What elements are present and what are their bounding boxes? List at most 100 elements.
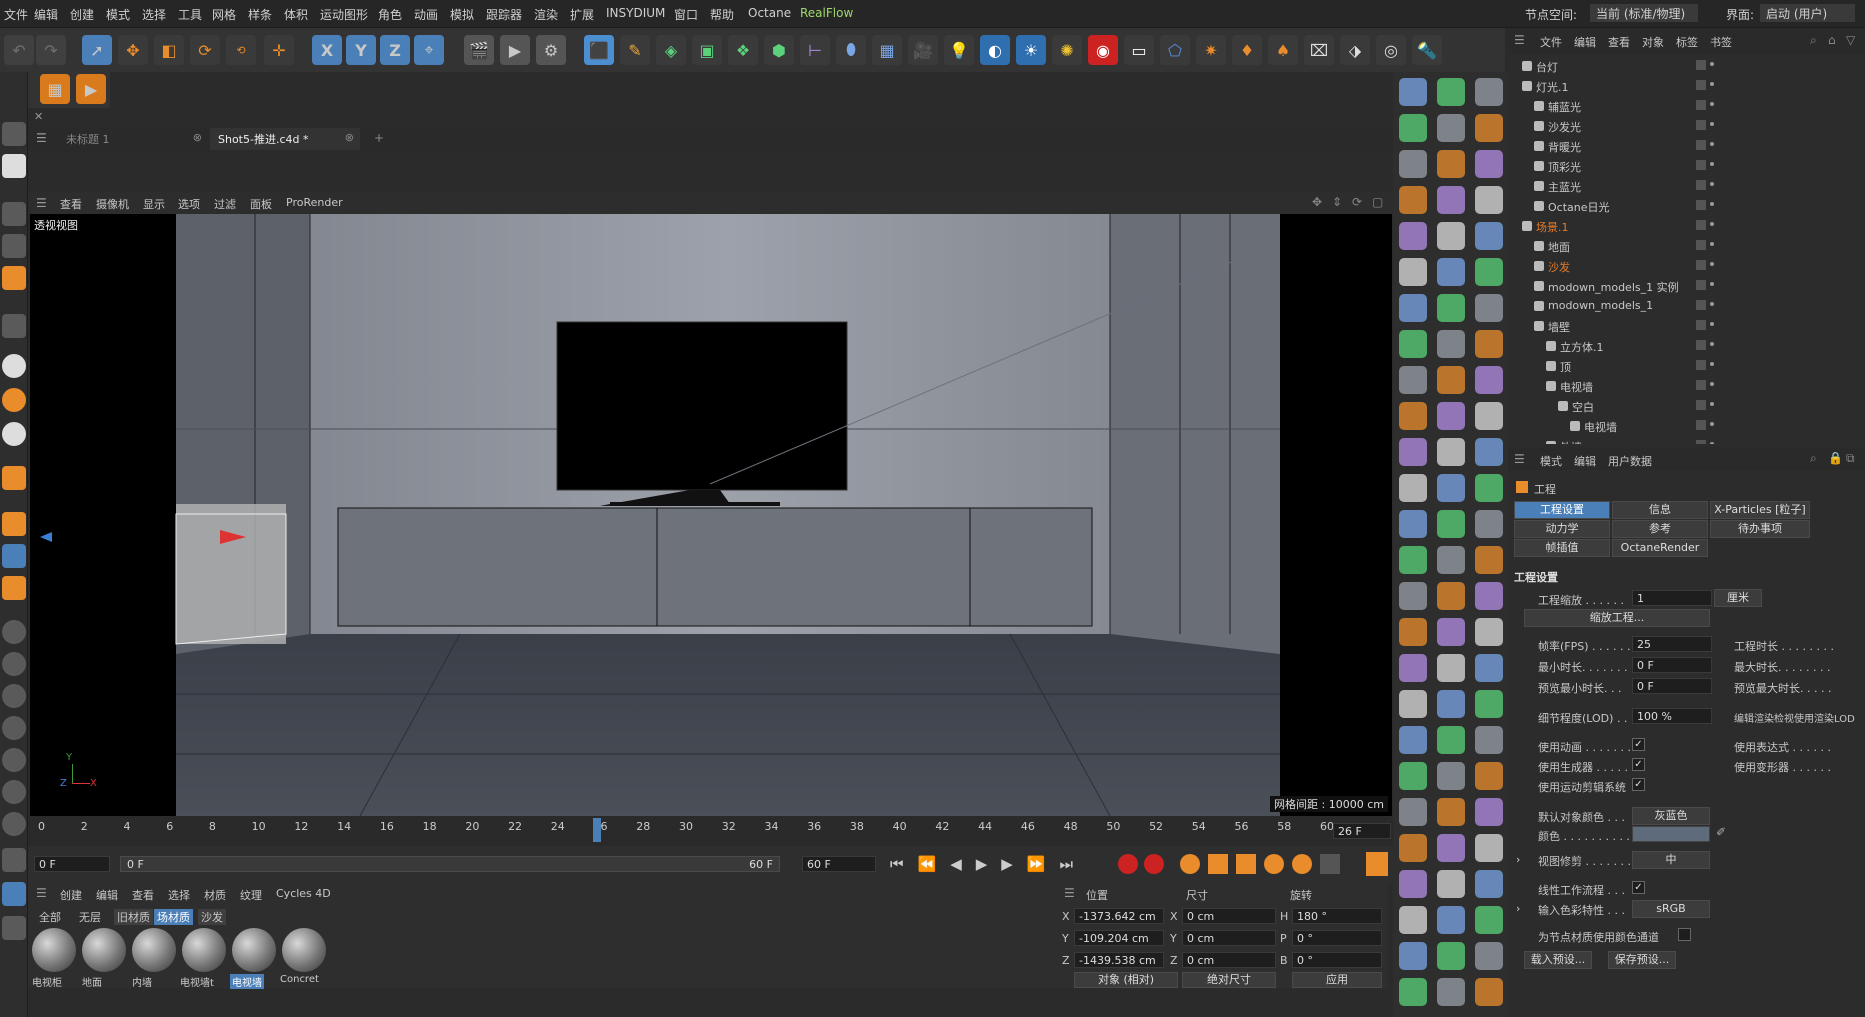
octane-live-icon[interactable]: ◐ xyxy=(980,35,1010,65)
input-color-select[interactable]: sRGB xyxy=(1632,900,1710,918)
axis-z-lock[interactable]: Z xyxy=(380,35,410,65)
scale-project-button[interactable]: 缩放工程... xyxy=(1524,609,1710,627)
material-swatch[interactable] xyxy=(82,928,126,972)
material-portal-icon[interactable] xyxy=(2,748,26,772)
tool-palette-icon[interactable] xyxy=(1475,510,1503,538)
tabs-menu-icon[interactable]: ☰ xyxy=(36,131,47,145)
tool-palette-icon[interactable] xyxy=(1399,78,1427,106)
tool-palette-icon[interactable] xyxy=(1399,366,1427,394)
points-mode-icon[interactable] xyxy=(2,202,26,226)
model-mode-icon[interactable] xyxy=(2,122,26,146)
filter-scene[interactable]: 场材质 xyxy=(154,909,193,925)
tab-interpolation[interactable]: 帧插值 xyxy=(1514,539,1610,557)
object-row[interactable]: 场景.1 xyxy=(1508,216,1865,236)
load-preset-button[interactable]: 载入预设... xyxy=(1524,951,1592,969)
layer-toggle[interactable] xyxy=(1696,300,1706,310)
shuffle-icon[interactable] xyxy=(2,882,26,906)
octane-object-icon[interactable]: ⬠ xyxy=(1160,35,1190,65)
expand-arrow-icon[interactable]: › xyxy=(1516,853,1520,866)
tool-palette-icon[interactable] xyxy=(1475,258,1503,286)
visibility-dot[interactable] xyxy=(1710,322,1714,326)
material-menu-icon[interactable]: ☰ xyxy=(36,886,47,900)
polygons-mode-icon[interactable] xyxy=(2,266,26,290)
field-icon[interactable]: ⬮ xyxy=(836,35,866,65)
tool-palette-icon[interactable] xyxy=(1475,834,1503,862)
tool-palette-icon[interactable] xyxy=(1437,834,1465,862)
workplane-icon[interactable] xyxy=(2,512,26,536)
tool-palette-icon[interactable] xyxy=(1437,150,1465,178)
tool-palette-icon[interactable] xyxy=(1437,942,1465,970)
render-active-icon[interactable]: ▶ xyxy=(76,74,106,104)
menu-mograph[interactable]: 运动图形 xyxy=(320,6,368,23)
tool-palette-icon[interactable] xyxy=(1475,150,1503,178)
display-menu[interactable]: 显示 xyxy=(143,196,165,212)
tool-palette-icon[interactable] xyxy=(1437,114,1465,142)
tool-palette-icon[interactable] xyxy=(1437,978,1465,1006)
tool-palette-icon[interactable] xyxy=(1437,654,1465,682)
snap-icon[interactable] xyxy=(2,354,26,378)
tool-palette-icon[interactable] xyxy=(1437,762,1465,790)
tool-palette-icon[interactable] xyxy=(1399,798,1427,826)
scale-tool-icon[interactable]: ◧ xyxy=(154,35,184,65)
panel-menu[interactable]: 面板 xyxy=(250,196,272,212)
render-view-icon[interactable]: ▶ xyxy=(500,35,530,65)
layer-toggle[interactable] xyxy=(1696,400,1706,410)
tool-palette-icon[interactable] xyxy=(1399,546,1427,574)
rot-p-field[interactable]: 0 ° xyxy=(1292,930,1382,946)
visibility-dot[interactable] xyxy=(1710,262,1714,266)
layer-toggle[interactable] xyxy=(1696,440,1706,444)
axis-y-lock[interactable]: Y xyxy=(346,35,376,65)
mat-menu-texture[interactable]: 纹理 xyxy=(240,887,262,903)
attr-menu-icon[interactable]: ☰ xyxy=(1514,452,1525,466)
material-lens-icon[interactable] xyxy=(2,812,26,836)
obj-menu-view[interactable]: 查看 xyxy=(1608,34,1630,50)
layer-toggle[interactable] xyxy=(1696,340,1706,350)
floor-icon[interactable]: ▦ xyxy=(872,35,902,65)
octane-sun-icon[interactable]: ☀ xyxy=(1016,35,1046,65)
menu-animate[interactable]: 动画 xyxy=(414,6,438,23)
layer-toggle[interactable] xyxy=(1696,180,1706,190)
pos-x-field[interactable]: -1373.642 cm xyxy=(1074,908,1164,924)
material-swatch[interactable] xyxy=(32,928,76,972)
object-row[interactable]: 外墙 xyxy=(1508,436,1865,444)
autokey-icon[interactable] xyxy=(1144,854,1164,874)
visibility-dot[interactable] xyxy=(1710,442,1714,444)
fps-field[interactable]: 25 xyxy=(1632,636,1712,652)
viewport-zoom-icon[interactable]: ⇕ xyxy=(1332,195,1342,209)
use-generators-checkbox[interactable]: ✓ xyxy=(1632,758,1645,771)
coords-menu-icon[interactable]: ☰ xyxy=(1064,886,1075,900)
tool-palette-icon[interactable] xyxy=(1399,294,1427,322)
tool-palette-icon[interactable] xyxy=(1399,834,1427,862)
move-tool-icon[interactable]: ✥ xyxy=(118,35,148,65)
object-row[interactable]: Octane日光 xyxy=(1508,196,1865,216)
eyedropper-icon[interactable]: ✐ xyxy=(1716,825,1726,839)
octane-scatter-icon[interactable]: ✷ xyxy=(1196,35,1226,65)
tool-palette-icon[interactable] xyxy=(1437,726,1465,754)
cube-icon[interactable]: ⬛ xyxy=(584,35,614,65)
script-icon[interactable] xyxy=(2,848,26,872)
select-tool-icon[interactable]: ➚ xyxy=(82,35,112,65)
obj-menu-edit[interactable]: 编辑 xyxy=(1574,34,1596,50)
start-frame-field[interactable]: 0 F xyxy=(34,856,110,872)
add-tab-button[interactable]: + xyxy=(374,131,384,145)
visibility-dot[interactable] xyxy=(1710,82,1714,86)
menu-mode[interactable]: 模式 xyxy=(106,6,130,23)
object-row[interactable]: 墙壁 xyxy=(1508,316,1865,336)
tool-palette-icon[interactable] xyxy=(1399,510,1427,538)
layer-toggle[interactable] xyxy=(1696,220,1706,230)
tab-octanerender[interactable]: OctaneRender xyxy=(1612,539,1708,557)
object-row[interactable]: 顶彩光 xyxy=(1508,156,1865,176)
octane-arealight-icon[interactable]: ▭ xyxy=(1124,35,1154,65)
tab-shot5[interactable]: Shot5-推进.c4d * ⊗ xyxy=(210,128,360,150)
object-row[interactable]: 地面 xyxy=(1508,236,1865,256)
tool-palette-icon[interactable] xyxy=(1399,114,1427,142)
tool-palette-icon[interactable] xyxy=(1475,474,1503,502)
viewport-menu-icon[interactable]: ☰ xyxy=(36,196,47,210)
keyframe-selection-icon[interactable] xyxy=(1180,854,1200,874)
tool-palette-icon[interactable] xyxy=(1437,582,1465,610)
size-y-field[interactable]: 0 cm xyxy=(1182,930,1276,946)
mat-menu-cycles[interactable]: Cycles 4D xyxy=(276,887,331,900)
axis-x-lock[interactable]: X xyxy=(312,35,342,65)
goto-start-icon[interactable]: ⏮ xyxy=(890,855,918,873)
coordinate-system-icon[interactable]: ⌖ xyxy=(414,35,444,65)
